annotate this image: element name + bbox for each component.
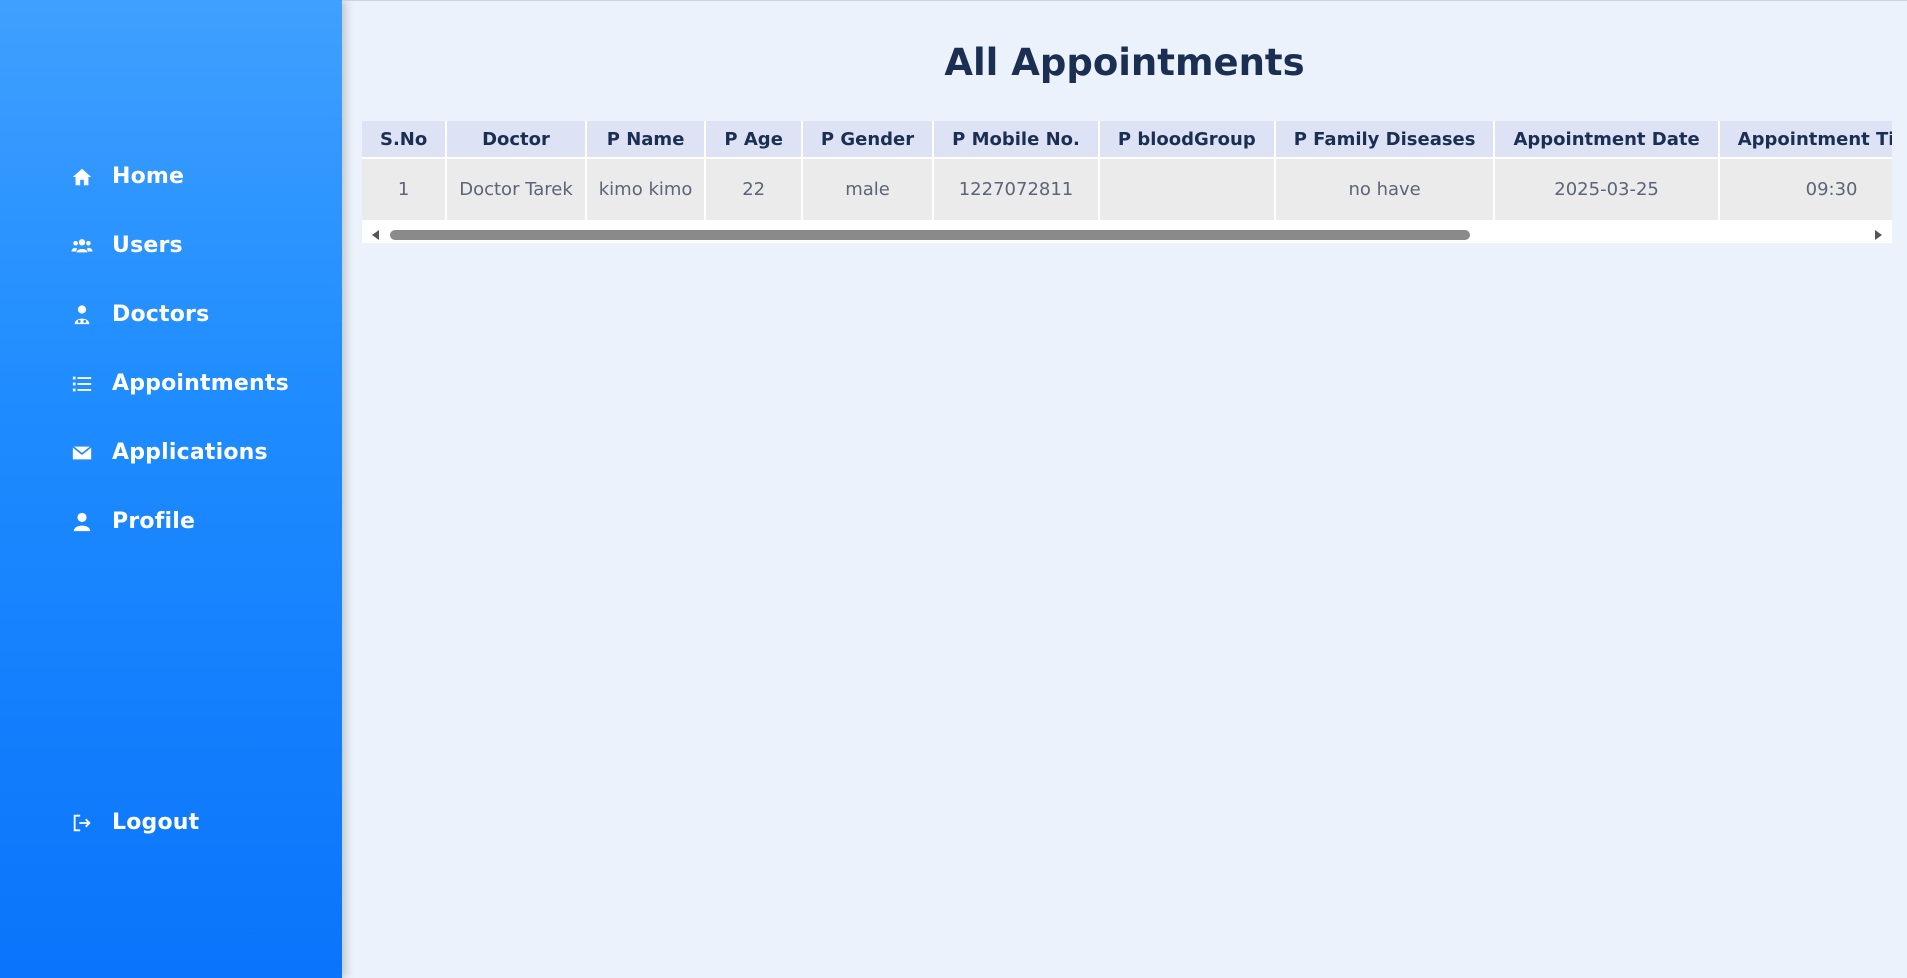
table-cell: male (801, 157, 935, 220)
sidebar: Home Users Doctors Appointments Applicat… (0, 0, 342, 978)
table-cell: 2025-03-25 (1494, 157, 1720, 220)
logout-label: Logout (112, 810, 200, 835)
table-header-row: S.No Doctor P Name P Age P Gender P Mobi… (362, 121, 1892, 158)
table-cell (1098, 157, 1276, 220)
table-cell: 22 (705, 157, 803, 220)
sidebar-item-label: Appointments (112, 371, 289, 396)
scroll-left-arrow-icon[interactable] (372, 230, 379, 240)
column-header: P Family Diseases (1274, 121, 1496, 158)
logout-button[interactable]: Logout (70, 788, 199, 857)
envelope-icon (70, 441, 94, 465)
column-header: P Age (705, 121, 803, 158)
main-content: All Appointments S.No Doctor P Name P Ag… (342, 0, 1907, 978)
page-title: All Appointments (944, 41, 1305, 84)
column-header: P Mobile No. (933, 121, 1100, 158)
horizontal-scrollbar[interactable] (362, 226, 1892, 243)
table-cell: 09:30 (1718, 157, 1892, 220)
table-cell: no have (1274, 157, 1496, 220)
sidebar-item-label: Users (112, 233, 183, 258)
sidebar-item-label: Home (112, 164, 185, 189)
column-header: S.No (362, 121, 448, 158)
column-header: P Name (585, 121, 707, 158)
sidebar-nav: Home Users Doctors Appointments Applicat… (70, 142, 289, 556)
sidebar-item-profile[interactable]: Profile (70, 487, 289, 556)
sidebar-item-label: Doctors (112, 302, 210, 327)
sidebar-item-label: Applications (112, 440, 268, 465)
home-icon (70, 165, 94, 189)
table-cell: 1 (362, 157, 448, 220)
users-icon (70, 234, 94, 258)
scroll-right-arrow-icon[interactable] (1875, 230, 1882, 240)
sidebar-item-users[interactable]: Users (70, 211, 289, 280)
column-header: Doctor (446, 121, 587, 158)
appointments-table: S.No Doctor P Name P Age P Gender P Mobi… (362, 121, 1892, 220)
column-header: Appointment Time (1718, 121, 1892, 158)
sidebar-item-doctors[interactable]: Doctors (70, 280, 289, 349)
table-cell: kimo kimo (585, 157, 707, 220)
column-header: P Gender (801, 121, 935, 158)
scrollbar-thumb[interactable] (390, 230, 1470, 240)
sidebar-item-applications[interactable]: Applications (70, 418, 289, 487)
table-cell: 1227072811 (933, 157, 1100, 220)
table-cell: Doctor Tarek (446, 157, 587, 220)
doctor-icon (70, 303, 94, 327)
logout-icon (70, 811, 94, 835)
appointments-table-container: S.No Doctor P Name P Age P Gender P Mobi… (362, 121, 1892, 243)
sidebar-item-label: Profile (112, 509, 196, 534)
user-icon (70, 510, 94, 534)
sidebar-item-appointments[interactable]: Appointments (70, 349, 289, 418)
column-header: Appointment Date (1494, 121, 1720, 158)
list-icon (70, 372, 94, 396)
app-root: Home Users Doctors Appointments Applicat… (0, 0, 1907, 978)
sidebar-item-home[interactable]: Home (70, 142, 289, 211)
column-header: P bloodGroup (1098, 121, 1276, 158)
table-row[interactable]: 1 Doctor Tarek kimo kimo 22 male 1227072… (362, 157, 1892, 220)
